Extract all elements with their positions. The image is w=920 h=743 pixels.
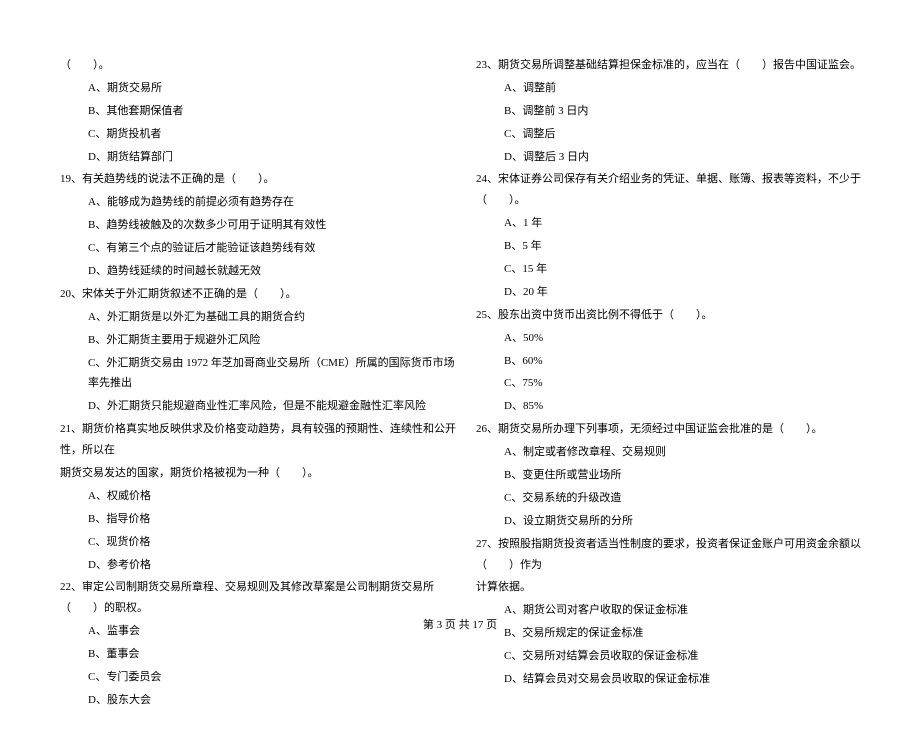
q18-opt-a: A、期货交易所 bbox=[60, 78, 456, 99]
q23-opt-d: D、调整后 3 日内 bbox=[476, 147, 872, 168]
q19-opt-c: C、有第三个点的验证后才能验证该趋势线有效 bbox=[60, 238, 456, 259]
q24-stem: 24、宋体证券公司保存有关介绍业务的凭证、单据、账簿、报表等资料，不少于（ ）。 bbox=[476, 169, 872, 211]
q27-opt-c: C、交易所对结算会员收取的保证金标准 bbox=[476, 646, 872, 667]
q22-opt-c: C、专门委员会 bbox=[60, 667, 456, 688]
q22-opt-b: B、董事会 bbox=[60, 644, 456, 665]
q21-opt-d: D、参考价格 bbox=[60, 555, 456, 576]
q22-stem: 22、审定公司制期货交易所章程、交易规则及其修改草案是公司制期货交易所（ ）的职… bbox=[60, 577, 456, 619]
q27-stem-line1: 27、按照股指期货投资者适当性制度的要求，投资者保证金账户可用资金余额以（ ）作… bbox=[476, 534, 872, 576]
q24-opt-d: D、20 年 bbox=[476, 282, 872, 303]
q21-opt-b: B、指导价格 bbox=[60, 509, 456, 530]
q21-opt-a: A、权威价格 bbox=[60, 486, 456, 507]
q27-stem-line2: 计算依据。 bbox=[476, 577, 872, 598]
q18-opt-b: B、其他套期保值者 bbox=[60, 101, 456, 122]
q24-opt-a: A、1 年 bbox=[476, 213, 872, 234]
left-column: （ ）。 A、期货交易所 B、其他套期保值者 C、期货投机者 D、期货结算部门 … bbox=[60, 55, 456, 713]
q18-opt-c: C、期货投机者 bbox=[60, 124, 456, 145]
q20-stem: 20、宋体关于外汇期货叙述不正确的是（ ）。 bbox=[60, 284, 456, 305]
q20-opt-b: B、外汇期货主要用于规避外汇风险 bbox=[60, 330, 456, 351]
q19-opt-d: D、趋势线延续的时间越长就越无效 bbox=[60, 261, 456, 282]
q23-opt-b: B、调整前 3 日内 bbox=[476, 101, 872, 122]
q24-opt-c: C、15 年 bbox=[476, 259, 872, 280]
q26-stem: 26、期货交易所办理下列事项，无须经过中国证监会批准的是（ ）。 bbox=[476, 419, 872, 440]
q22-opt-d: D、股东大会 bbox=[60, 690, 456, 711]
q23-opt-c: C、调整后 bbox=[476, 124, 872, 145]
q18-stem-cont: （ ）。 bbox=[60, 55, 456, 76]
q25-opt-a: A、50% bbox=[476, 328, 872, 349]
q19-opt-a: A、能够成为趋势线的前提必须有趋势存在 bbox=[60, 192, 456, 213]
q21-stem-line2: 期货交易发达的国家，期货价格被视为一种（ ）。 bbox=[60, 463, 456, 484]
q20-opt-a: A、外汇期货是以外汇为基础工具的期货合约 bbox=[60, 307, 456, 328]
q21-stem-line1: 21、期货价格真实地反映供求及价格变动趋势，具有较强的预期性、连续性和公开性，所… bbox=[60, 419, 456, 461]
page-footer: 第 3 页 共 17 页 bbox=[0, 616, 920, 632]
q19-opt-b: B、趋势线被触及的次数多少可用于证明其有效性 bbox=[60, 215, 456, 236]
q23-opt-a: A、调整前 bbox=[476, 78, 872, 99]
q26-opt-d: D、设立期货交易所的分所 bbox=[476, 511, 872, 532]
q18-opt-d: D、期货结算部门 bbox=[60, 147, 456, 168]
q23-stem: 23、期货交易所调整基础结算担保金标准的，应当在（ ）报告中国证监会。 bbox=[476, 55, 872, 76]
q25-opt-d: D、85% bbox=[476, 396, 872, 417]
q19-stem: 19、有关趋势线的说法不正确的是（ ）。 bbox=[60, 169, 456, 190]
q27-opt-d: D、结算会员对交易会员收取的保证金标准 bbox=[476, 669, 872, 690]
q24-opt-b: B、5 年 bbox=[476, 236, 872, 257]
q21-opt-c: C、现货价格 bbox=[60, 532, 456, 553]
q25-opt-c: C、75% bbox=[476, 373, 872, 394]
q26-opt-b: B、变更住所或营业场所 bbox=[476, 465, 872, 486]
q26-opt-c: C、交易系统的升级改造 bbox=[476, 488, 872, 509]
right-column: 23、期货交易所调整基础结算担保金标准的，应当在（ ）报告中国证监会。 A、调整… bbox=[476, 55, 872, 713]
q25-opt-b: B、60% bbox=[476, 351, 872, 372]
q25-stem: 25、股东出资中货币出资比例不得低于（ ）。 bbox=[476, 305, 872, 326]
q20-opt-c: C、外汇期货交易由 1972 年芝加哥商业交易所（CME）所属的国际货币市场率先… bbox=[60, 353, 456, 395]
q26-opt-a: A、制定或者修改章程、交易规则 bbox=[476, 442, 872, 463]
q20-opt-d: D、外汇期货只能规避商业性汇率风险，但是不能规避金融性汇率风险 bbox=[60, 396, 456, 417]
